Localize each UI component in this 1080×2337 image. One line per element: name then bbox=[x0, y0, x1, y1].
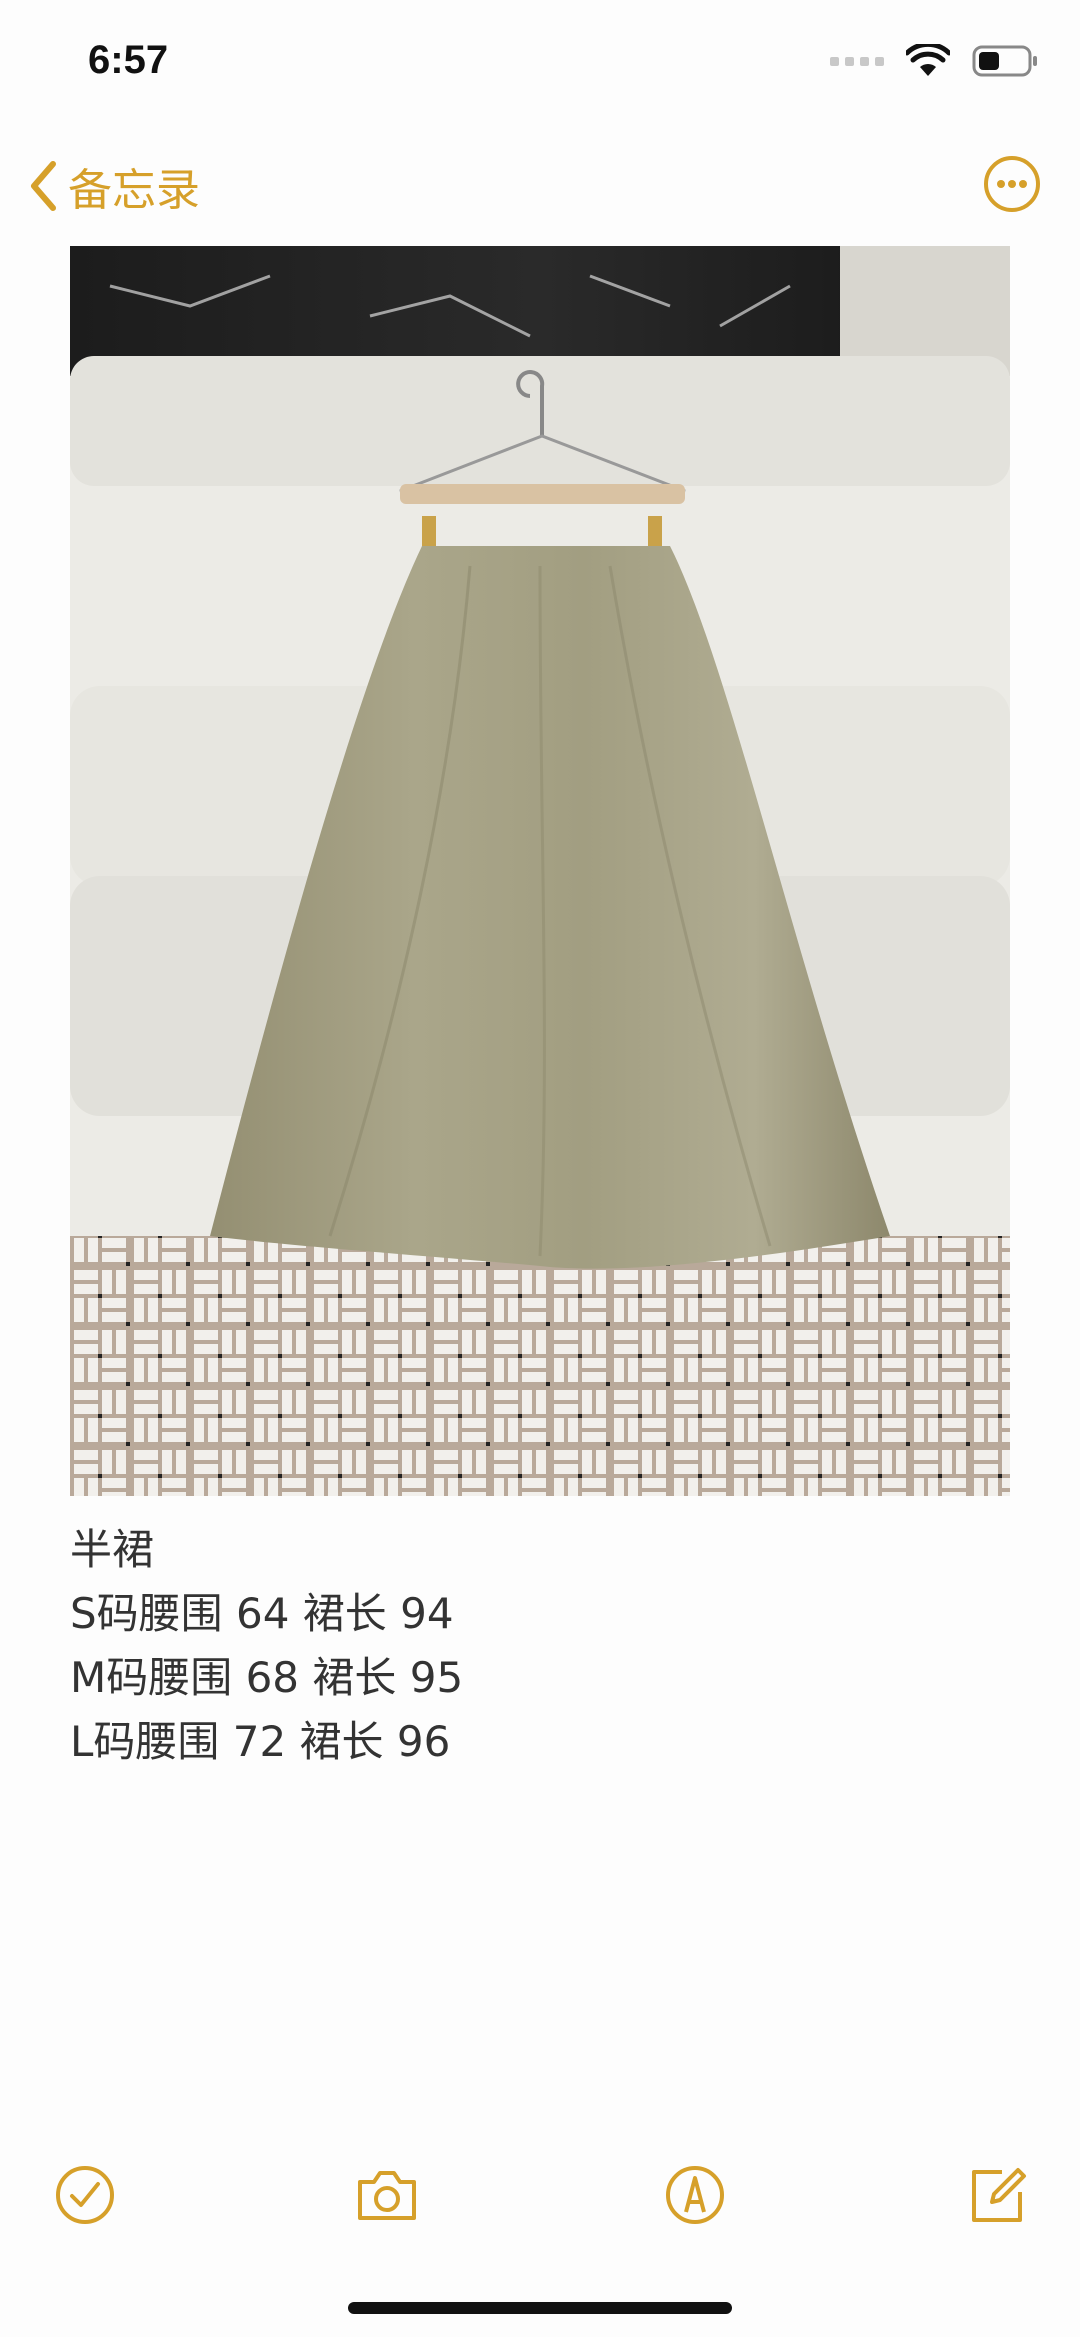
chevron-left-icon bbox=[31, 161, 56, 211]
checklist-icon[interactable] bbox=[50, 2160, 120, 2230]
note-line: 半裙 bbox=[70, 1525, 155, 1574]
note-body[interactable]: 半裙 S码腰围 64 裙长 94 M码腰围 68 裙长 95 L码腰围 72 裙… bbox=[70, 1518, 1010, 1774]
note-line: L码腰围 72 裙长 96 bbox=[70, 1717, 451, 1766]
cellular-signal-icon bbox=[830, 56, 884, 66]
back-button-label: 备忘录 bbox=[68, 165, 200, 216]
wifi-icon bbox=[906, 44, 950, 76]
markup-icon[interactable] bbox=[660, 2160, 730, 2230]
status-time: 6:57 bbox=[88, 38, 169, 82]
note-image[interactable] bbox=[70, 246, 1010, 1496]
camera-icon[interactable] bbox=[352, 2160, 422, 2230]
more-options-icon[interactable] bbox=[982, 154, 1042, 214]
status-icons bbox=[830, 44, 1040, 78]
status-bar: 6:57 bbox=[0, 0, 1080, 130]
back-button[interactable]: 备忘录 bbox=[28, 154, 200, 218]
bottom-toolbar bbox=[0, 2150, 1080, 2240]
note-line: M码腰围 68 裙长 95 bbox=[70, 1653, 464, 1702]
skirt-photo-illustration bbox=[70, 246, 1010, 1496]
battery-icon bbox=[972, 45, 1037, 77]
compose-icon[interactable] bbox=[962, 2160, 1032, 2230]
home-indicator[interactable] bbox=[348, 2302, 732, 2314]
navigation-bar: 备忘录 bbox=[0, 140, 1080, 230]
note-line: S码腰围 64 裙长 94 bbox=[70, 1589, 454, 1638]
